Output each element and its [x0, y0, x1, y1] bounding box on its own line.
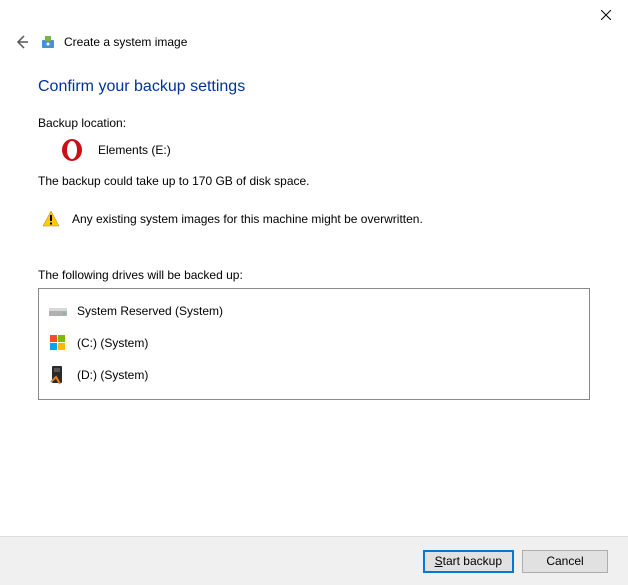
- drive-icon: [47, 300, 69, 322]
- warning-icon: [42, 210, 60, 228]
- backup-size-text: The backup could take up to 170 GB of di…: [38, 174, 590, 188]
- close-icon: [601, 10, 611, 20]
- backup-location-row: Elements (E:): [38, 138, 590, 162]
- drive-name: (D:) (System): [77, 368, 148, 382]
- windows-drive-icon: [47, 332, 69, 354]
- list-item: (D:) (System): [47, 359, 581, 391]
- drive-name: System Reserved (System): [77, 304, 223, 318]
- cancel-button[interactable]: Cancel: [522, 550, 608, 573]
- drives-list: System Reserved (System) (C:) (System): [38, 288, 590, 400]
- app-title: Create a system image: [64, 35, 187, 49]
- drive-app-icon: [60, 138, 84, 162]
- app-icon: [40, 34, 56, 50]
- backup-location-value: Elements (E:): [98, 143, 171, 157]
- drive-icon: [47, 364, 69, 386]
- list-item: System Reserved (System): [47, 295, 581, 327]
- back-button[interactable]: [12, 32, 32, 52]
- start-backup-button[interactable]: Start backup: [423, 550, 514, 573]
- back-arrow-icon: [14, 34, 30, 50]
- backup-location-label: Backup location:: [38, 116, 590, 130]
- page-heading: Confirm your backup settings: [38, 78, 590, 96]
- drive-name: (C:) (System): [77, 336, 148, 350]
- drives-label: The following drives will be backed up:: [38, 268, 590, 282]
- warning-row: Any existing system images for this mach…: [38, 210, 590, 228]
- warning-text: Any existing system images for this mach…: [72, 212, 423, 226]
- start-rest: tart backup: [443, 554, 502, 568]
- start-accel: S: [435, 554, 443, 568]
- close-button[interactable]: [583, 0, 628, 30]
- list-item: (C:) (System): [47, 327, 581, 359]
